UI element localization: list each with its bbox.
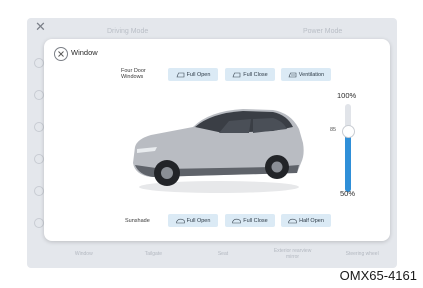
background-bottom-bar: Window Tailgate Seat Exterior rearview m… bbox=[49, 244, 397, 264]
slider-min-label: 50% bbox=[340, 189, 356, 198]
windows-full-close-button[interactable]: Full Close bbox=[225, 68, 275, 81]
sunshade-half-open-button[interactable]: Half Open bbox=[281, 214, 331, 227]
windows-ventilation-button[interactable]: Ventilation bbox=[281, 68, 331, 81]
background-nav-icon bbox=[34, 122, 44, 132]
figure-code: OMX65-4161 bbox=[339, 268, 417, 283]
windows-full-open-button[interactable]: Full Open bbox=[168, 68, 218, 81]
opening-slider-fill bbox=[345, 130, 351, 192]
background-nav-icon bbox=[34, 154, 44, 164]
button-label: Full Close bbox=[243, 71, 268, 78]
button-label: Full Open bbox=[186, 71, 211, 78]
dialog-title: Window bbox=[71, 48, 98, 57]
window-dialog: Window Four Door Windows Full Open Full … bbox=[44, 39, 390, 241]
four-door-windows-label: Four Door Windows bbox=[121, 68, 146, 80]
background-bottom-item[interactable]: Seat bbox=[198, 251, 248, 257]
window-icon bbox=[176, 72, 184, 77]
button-label: Half Open bbox=[299, 217, 324, 224]
sunshade-full-open-button[interactable]: Full Open bbox=[168, 214, 218, 227]
opening-slider-thumb[interactable] bbox=[342, 124, 355, 138]
opening-slider-track[interactable] bbox=[345, 104, 351, 192]
button-label: Full Open bbox=[186, 217, 211, 224]
background-bottom-item[interactable]: Window bbox=[59, 251, 109, 257]
slider-value-label: 85 bbox=[330, 126, 337, 133]
background-left-title: Driving Mode bbox=[107, 28, 149, 35]
slider-max-label: 100% bbox=[337, 91, 357, 100]
background-right-title: Power Mode bbox=[303, 28, 343, 35]
sunshade-icon bbox=[232, 218, 242, 223]
background-nav-icon bbox=[34, 218, 44, 228]
sunshade-icon bbox=[175, 218, 185, 223]
button-label: Full Close bbox=[243, 217, 268, 224]
background-nav-icon bbox=[34, 90, 44, 100]
background-nav-icon bbox=[34, 186, 44, 196]
sunshade-icon bbox=[288, 218, 297, 223]
close-icon bbox=[58, 51, 64, 57]
close-button[interactable] bbox=[54, 47, 68, 61]
sunshade-label: Sunshade bbox=[125, 218, 150, 224]
ventilation-icon bbox=[288, 72, 297, 77]
window-icon bbox=[232, 72, 241, 77]
car-illustration bbox=[133, 109, 304, 193]
background-close-icon[interactable]: ✕ bbox=[35, 20, 46, 33]
background-bottom-item[interactable]: Steering wheel bbox=[337, 251, 387, 257]
background-nav-icon bbox=[34, 58, 44, 68]
background-bottom-item[interactable]: Exterior rearview mirror bbox=[268, 248, 318, 260]
button-label: Ventilation bbox=[298, 71, 325, 78]
sunshade-full-close-button[interactable]: Full Close bbox=[225, 214, 275, 227]
background-bottom-item[interactable]: Tailgate bbox=[128, 251, 178, 257]
